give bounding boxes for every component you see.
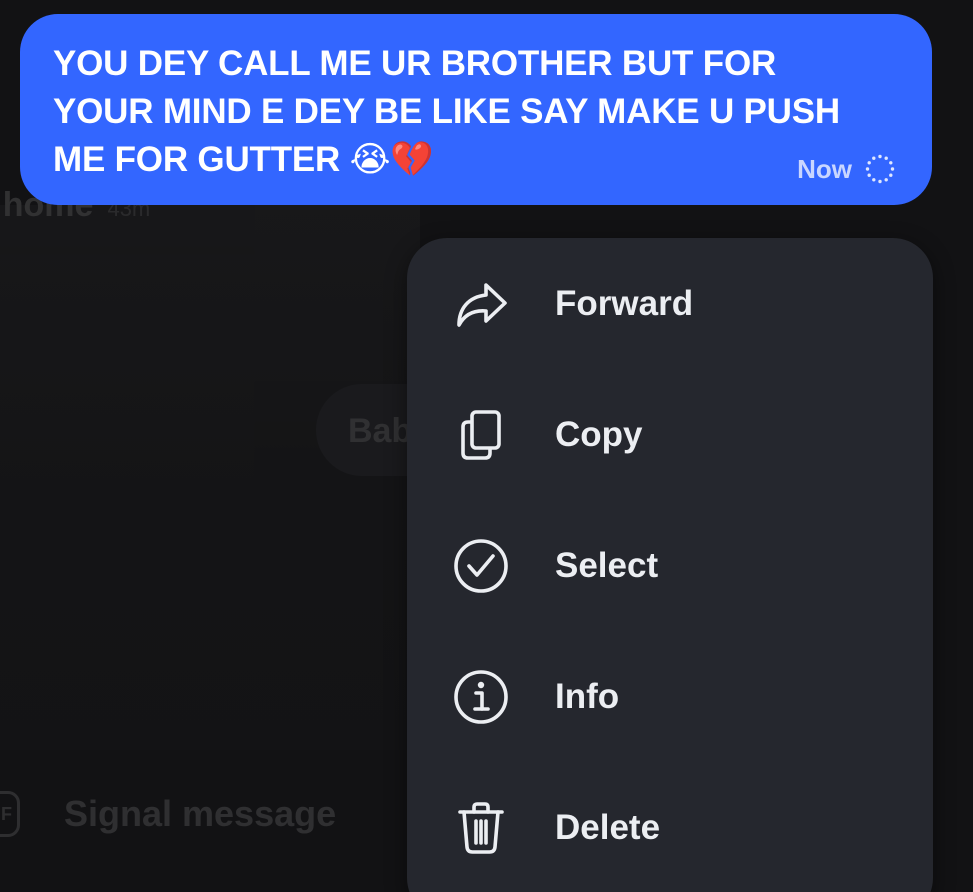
gif-icon: GIF bbox=[0, 791, 20, 837]
message-context-menu: Forward Copy Select Info Delete bbox=[407, 238, 933, 892]
forward-icon bbox=[450, 273, 512, 335]
message-timestamp: Now bbox=[797, 153, 852, 184]
background-chip-text: Bab bbox=[348, 412, 413, 450]
conversation-screen: t home43m Bab GIF Signal message YOU DEY… bbox=[0, 0, 973, 892]
message-text: YOU DEY CALL ME UR BROTHER BUT FOR YOUR … bbox=[53, 44, 840, 179]
menu-item-label: Select bbox=[555, 545, 659, 585]
menu-item-label: Delete bbox=[555, 807, 661, 847]
select-check-icon bbox=[450, 535, 512, 597]
menu-item-label: Info bbox=[555, 676, 620, 716]
sending-spinner-icon bbox=[865, 154, 895, 184]
menu-item-label: Forward bbox=[555, 283, 694, 323]
menu-item-label: Copy bbox=[555, 414, 643, 454]
message-meta: Now bbox=[797, 153, 896, 185]
outgoing-message-bubble[interactable]: YOU DEY CALL ME UR BROTHER BUT FOR YOUR … bbox=[20, 14, 932, 205]
composer-placeholder: Signal message bbox=[64, 793, 337, 834]
menu-item-select[interactable]: Select bbox=[407, 500, 933, 631]
menu-item-info[interactable]: Info bbox=[407, 631, 933, 762]
menu-item-forward[interactable]: Forward bbox=[407, 238, 933, 369]
info-icon bbox=[450, 666, 512, 728]
copy-icon bbox=[450, 404, 512, 466]
message-composer: GIF Signal message bbox=[0, 784, 336, 844]
media-attachment bbox=[0, 205, 420, 750]
menu-item-delete[interactable]: Delete bbox=[407, 762, 933, 892]
menu-item-copy[interactable]: Copy bbox=[407, 369, 933, 500]
trash-icon bbox=[450, 797, 512, 859]
